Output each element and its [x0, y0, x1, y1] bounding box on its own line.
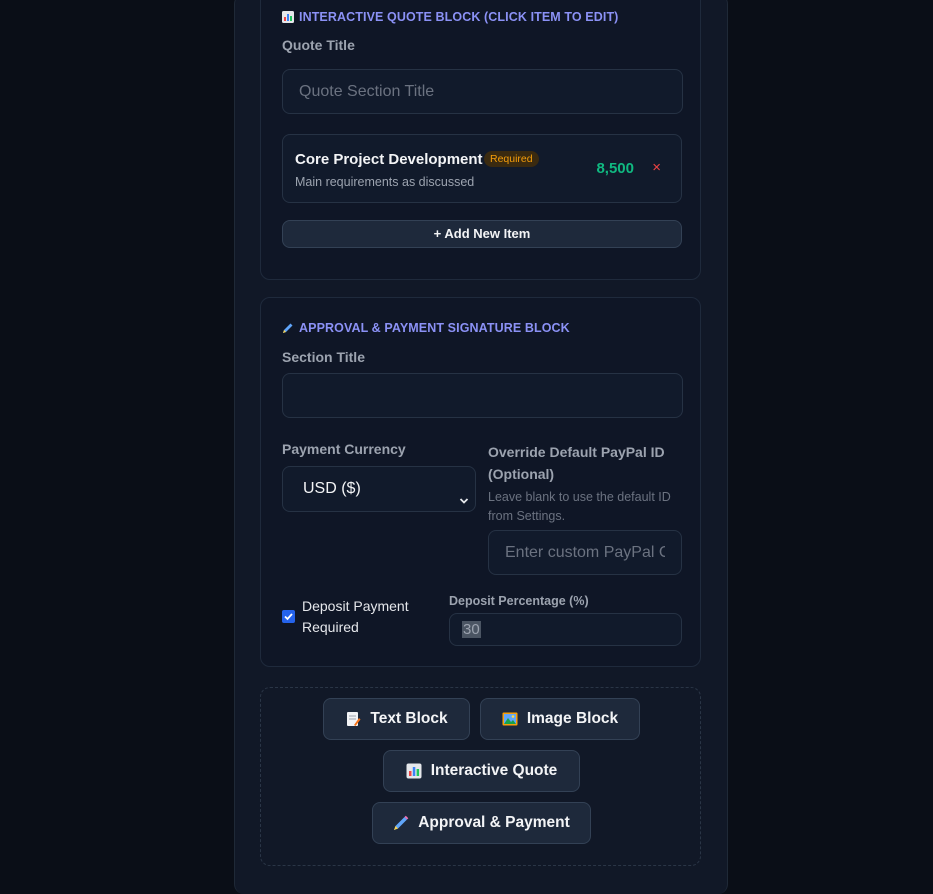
- paypal-id-input[interactable]: [488, 530, 682, 575]
- add-text-block-button[interactable]: Text Block: [323, 698, 470, 740]
- deposit-required-checkbox[interactable]: [282, 610, 295, 623]
- deposit-percentage-label: Deposit Percentage (%): [449, 594, 589, 608]
- deposit-required-label: Deposit Payment Required: [302, 598, 409, 635]
- section-title-input[interactable]: [282, 373, 683, 418]
- approval-payment-label: Approval & Payment: [418, 814, 570, 831]
- quote-title-label: Quote Title: [282, 37, 355, 53]
- section-title-label: Section Title: [282, 349, 365, 365]
- text-block-label: Text Block: [370, 710, 448, 727]
- bar-chart-icon: [406, 763, 422, 779]
- pencil-icon: [393, 815, 409, 831]
- quote-line-item[interactable]: Core Project Development Required Main r…: [282, 134, 682, 203]
- editor-column: INTERACTIVE QUOTE BLOCK (CLICK ITEM TO E…: [234, 0, 728, 894]
- item-description: Main requirements as discussed: [295, 175, 475, 189]
- interactive-quote-label: Interactive Quote: [430, 762, 558, 779]
- picture-icon: [502, 711, 518, 727]
- item-title: Core Project Development: [295, 151, 483, 168]
- memo-icon: [345, 711, 361, 727]
- paypal-help-text: Leave blank to use the default ID from S…: [488, 490, 671, 523]
- quote-block-card: INTERACTIVE QUOTE BLOCK (CLICK ITEM TO E…: [260, 0, 701, 280]
- add-image-block-button[interactable]: Image Block: [480, 698, 640, 740]
- quote-block-heading: INTERACTIVE QUOTE BLOCK (CLICK ITEM TO E…: [282, 10, 618, 24]
- checkmark-icon: [284, 613, 293, 621]
- quote-block-heading-text: INTERACTIVE QUOTE BLOCK (CLICK ITEM TO E…: [299, 10, 619, 24]
- approval-block-card: APPROVAL & PAYMENT SIGNATURE BLOCK Secti…: [260, 297, 701, 667]
- paypal-id-label: Override Default PayPal ID (Optional): [488, 444, 665, 482]
- payment-currency-label: Payment Currency: [282, 441, 406, 457]
- pencil-icon: [282, 322, 294, 334]
- remove-item-button[interactable]: ×: [652, 159, 661, 176]
- item-price: 8,500: [596, 160, 634, 177]
- deposit-percentage-value: 30: [462, 621, 481, 638]
- add-block-panel: Text Block Image Block Interactive Quote…: [260, 687, 701, 866]
- bar-chart-icon: [282, 11, 294, 23]
- required-badge: Required: [484, 151, 539, 167]
- add-approval-payment-button[interactable]: Approval & Payment: [372, 802, 591, 844]
- add-new-item-button[interactable]: + Add New Item: [282, 220, 682, 248]
- approval-block-heading: APPROVAL & PAYMENT SIGNATURE BLOCK: [282, 321, 570, 335]
- image-block-label: Image Block: [526, 710, 619, 727]
- payment-currency-select[interactable]: USD ($): [282, 466, 476, 512]
- currency-selected-value: USD ($): [303, 480, 361, 497]
- approval-block-heading-text: APPROVAL & PAYMENT SIGNATURE BLOCK: [299, 321, 570, 335]
- deposit-percentage-input[interactable]: 30: [449, 613, 682, 646]
- add-interactive-quote-button[interactable]: Interactive Quote: [383, 750, 580, 792]
- chevron-down-icon: [459, 482, 469, 504]
- quote-title-input[interactable]: [282, 69, 683, 114]
